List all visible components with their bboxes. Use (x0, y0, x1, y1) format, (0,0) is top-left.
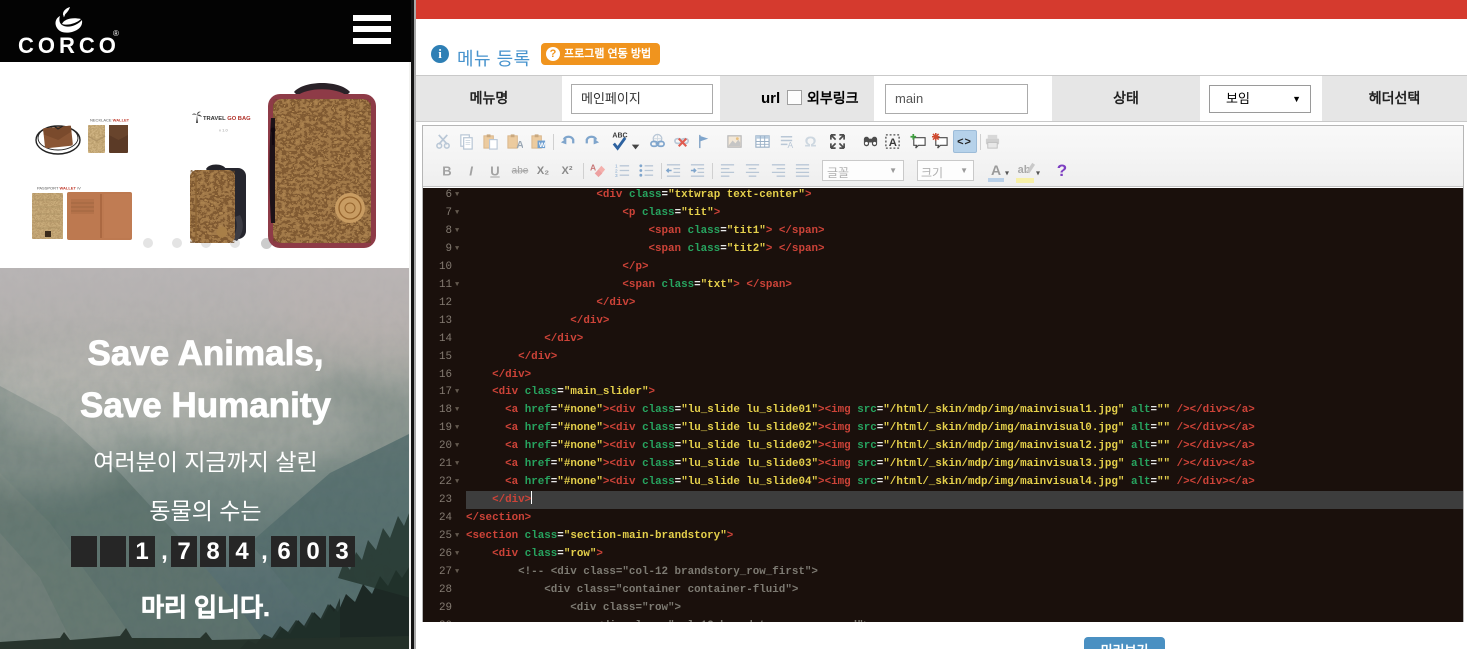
svg-text:A: A (889, 137, 897, 149)
svg-text:W: W (538, 142, 545, 149)
svg-text:A: A (787, 140, 793, 150)
svg-text:3: 3 (615, 173, 618, 179)
svg-text:A: A (516, 140, 523, 150)
svg-text:A: A (590, 163, 596, 173)
